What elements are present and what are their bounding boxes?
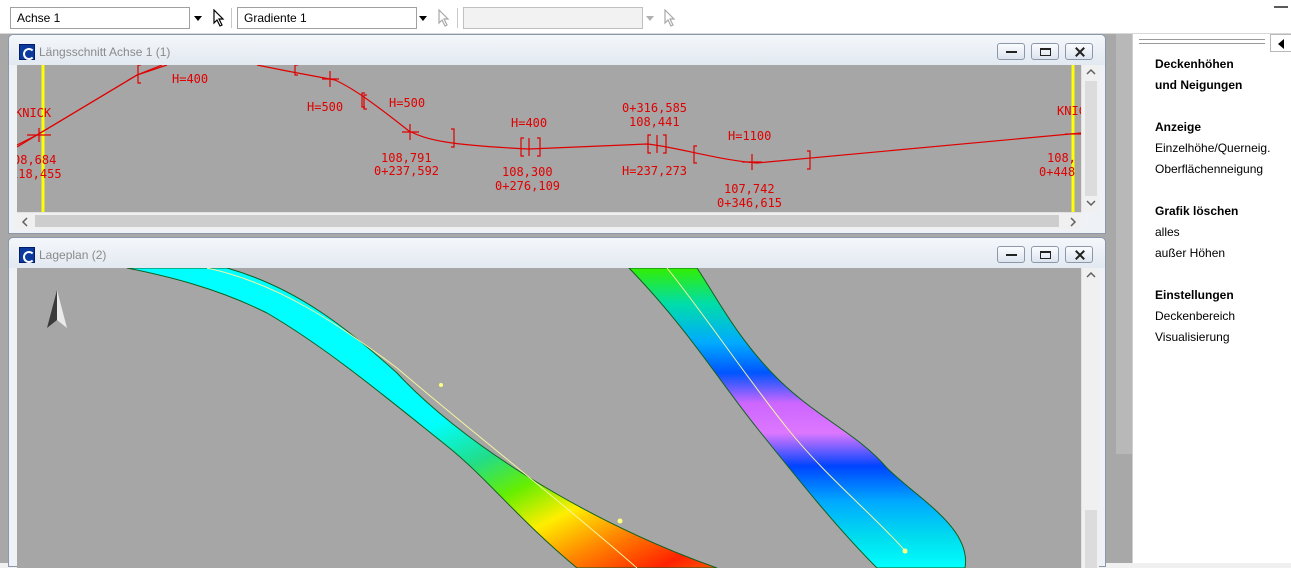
profile-hscroll-thumb[interactable] (35, 215, 1059, 227)
panel-heading-deckenhoehen: Deckenhöhen (1155, 57, 1234, 71)
knick-right-label: KNIC (1057, 104, 1081, 118)
panel-item-visualisierung[interactable]: Visualisierung (1155, 330, 1230, 344)
side-panel: Deckenhöhen und Neigungen Anzeige Einzel… (1132, 34, 1291, 563)
minimize-button[interactable] (997, 246, 1025, 263)
panel-heading-anzeige: Anzeige (1155, 120, 1202, 134)
minimize-icon (1006, 47, 1017, 53)
panel-item-alles[interactable]: alles (1155, 225, 1180, 239)
toolbar: Achse 1 Gradiente 1 (0, 0, 1291, 34)
minimize-button[interactable] (997, 43, 1025, 60)
close-button[interactable] (1065, 43, 1093, 60)
profile-vscroll-thumb[interactable] (1085, 81, 1097, 196)
road-a-point (439, 383, 443, 387)
pick-third-cursor-icon[interactable] (663, 9, 677, 27)
elevation-108791-label: 108,791 (381, 151, 432, 165)
mdi-vertical-scrollbar[interactable] (1116, 34, 1132, 454)
restore-icon (1040, 251, 1051, 259)
h500-label-b: H=500 (389, 96, 425, 110)
minimize-icon (1006, 250, 1017, 256)
third-dropdown-arrow-icon[interactable] (643, 9, 657, 27)
panel-heading-grafik-loeschen: Grafik löschen (1155, 204, 1239, 218)
panel-item-oberflaechenneigung[interactable]: Oberflächenneigung (1155, 162, 1263, 176)
close-button[interactable] (1065, 246, 1093, 263)
panel-grip[interactable] (1139, 39, 1265, 44)
knick-left-label: KNICK (17, 106, 52, 120)
elevation-left-label: 08,684 (17, 153, 56, 167)
toolbar-minimize-icon[interactable] (1270, 2, 1290, 12)
pick-gradient-cursor-icon[interactable] (437, 9, 451, 27)
axis-dropdown-arrow-icon[interactable] (191, 9, 205, 27)
axis-select[interactable]: Achse 1 (10, 7, 190, 29)
station-left-label: 118,455 (17, 167, 62, 181)
restore-icon (1040, 48, 1051, 56)
mdi-workspace: Längsschnitt Achse 1 (1) KNICK KNI H=400… (0, 34, 1132, 568)
profile-window-titlebar[interactable]: Längsschnitt Achse 1 (1) (9, 35, 1105, 65)
axis-select-value: Achse 1 (17, 11, 61, 25)
h400-label-b: H=400 (511, 116, 547, 130)
station-316585-label: 0+316,585 (622, 101, 687, 115)
road-surface-b (628, 268, 967, 568)
elevation-right-label: 108, (1047, 151, 1076, 165)
plan-drawing (47, 268, 967, 568)
scroll-up-icon[interactable] (1086, 68, 1096, 76)
plan-window[interactable]: Lageplan (2) (8, 237, 1106, 568)
collapse-panel-button[interactable] (1270, 34, 1291, 52)
panel-item-einzelhoehe[interactable]: Einzelhöhe/Querneig. (1155, 141, 1270, 155)
station-346615-label: 0+346,615 (717, 196, 782, 210)
restore-button[interactable] (1031, 246, 1059, 263)
toolbar-separator (457, 8, 458, 28)
scroll-up-icon[interactable] (1086, 271, 1096, 279)
plan-window-titlebar[interactable]: Lageplan (2) (9, 238, 1105, 268)
scroll-left-icon[interactable] (21, 217, 29, 227)
h1100-label: H=1100 (728, 129, 771, 143)
elevation-107742-label: 107,742 (724, 182, 775, 196)
panel-item-ausser-hoehen[interactable]: außer Höhen (1155, 246, 1225, 260)
plan-vertical-scrollbar[interactable] (1081, 268, 1099, 568)
h400-label-a: H=400 (172, 72, 208, 86)
h237273-label: H=237,273 (622, 164, 687, 178)
scroll-right-icon[interactable] (1069, 217, 1077, 227)
profile-vertical-scrollbar[interactable] (1081, 65, 1099, 212)
road-b-point (902, 548, 908, 554)
profile-window[interactable]: Längsschnitt Achse 1 (1) KNICK KNI H=400… (8, 34, 1106, 234)
pick-axis-cursor-icon[interactable] (212, 9, 226, 27)
elevation-108441-label: 108,441 (629, 115, 680, 129)
profile-horizontal-scrollbar[interactable] (17, 212, 1081, 229)
h500-label-a: H=500 (307, 100, 343, 114)
app-logo-icon (19, 44, 35, 60)
plan-window-title: Lageplan (2) (39, 248, 107, 262)
app-logo-icon (19, 247, 35, 263)
toolbar-separator (231, 8, 232, 28)
close-icon (1074, 48, 1085, 56)
profile-drawing: KNICK KNIC H=400 H=500 H=500 H=400 H=110… (17, 65, 1081, 212)
restore-button[interactable] (1031, 43, 1059, 60)
scroll-down-icon[interactable] (1086, 199, 1096, 207)
gradient-dropdown-arrow-icon[interactable] (416, 9, 430, 27)
gradient-select[interactable]: Gradiente 1 (237, 7, 417, 29)
panel-item-deckenbereich[interactable]: Deckenbereich (1155, 309, 1235, 323)
station-right-label: 0+448 (1039, 165, 1075, 179)
elevation-108300-label: 108,300 (502, 165, 553, 179)
panel-heading-neigungen: und Neigungen (1155, 78, 1243, 92)
road-surface-a (126, 268, 718, 568)
station-237592-label: 0+237,592 (374, 164, 439, 178)
close-icon (1074, 251, 1085, 259)
panel-heading-einstellungen: Einstellungen (1155, 288, 1234, 302)
road-a-point (617, 518, 623, 524)
third-select[interactable] (463, 7, 643, 29)
plan-canvas[interactable] (17, 268, 1081, 568)
gradient-select-value: Gradiente 1 (244, 11, 307, 25)
profile-canvas[interactable]: KNICK KNIC H=400 H=500 H=500 H=400 H=110… (17, 65, 1081, 212)
profile-window-title: Längsschnitt Achse 1 (1) (39, 45, 171, 59)
plan-vscroll-thumb[interactable] (1085, 510, 1097, 568)
station-276109-label: 0+276,109 (495, 179, 560, 193)
north-arrow-icon (47, 290, 67, 328)
